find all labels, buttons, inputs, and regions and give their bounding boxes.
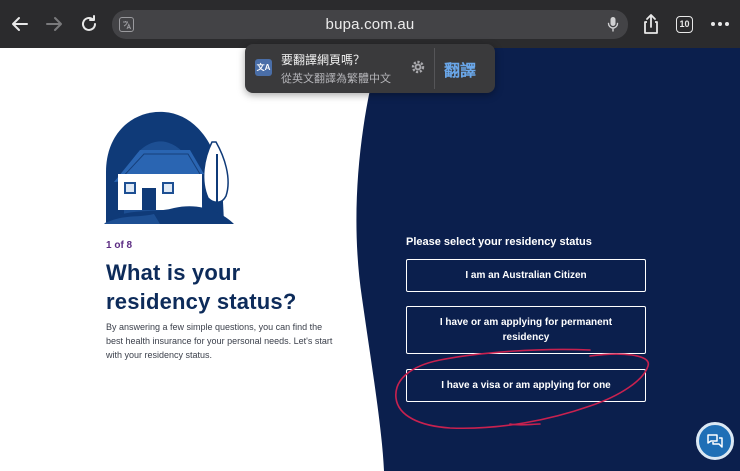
- share-icon[interactable]: [639, 12, 663, 36]
- more-icon[interactable]: [708, 12, 732, 36]
- forward-arrow-icon[interactable]: [42, 12, 66, 36]
- page-title: What is your residency status?: [106, 260, 297, 314]
- translate-popup-subtitle: 從英文翻譯為繁體中文: [281, 73, 391, 85]
- microphone-icon[interactable]: [607, 16, 619, 38]
- translate-button[interactable]: 翻譯: [444, 57, 476, 81]
- popup-divider: [434, 48, 435, 89]
- back-arrow-icon[interactable]: [8, 12, 32, 36]
- option-australian-citizen-button[interactable]: I am an Australian Citizen: [406, 259, 646, 292]
- gear-icon[interactable]: [410, 59, 426, 75]
- browser-toolbar: bupa.com.au 10: [0, 0, 740, 48]
- translate-icon: 文A: [255, 59, 272, 76]
- question-label: Please select your residency status: [406, 236, 592, 248]
- page-description: By answering a few simple questions, you…: [106, 322, 333, 360]
- chat-icon: [707, 434, 723, 448]
- page-content: 1 of 8 What is your residency status? By…: [0, 48, 740, 471]
- url-text: bupa.com.au: [325, 16, 415, 33]
- chat-button[interactable]: [696, 422, 734, 460]
- reload-icon[interactable]: [77, 12, 101, 36]
- translate-popup-title: 要翻譯網頁嗎？: [281, 53, 366, 67]
- address-bar[interactable]: bupa.com.au: [112, 10, 628, 39]
- option-label: I have or am applying for permanent resi…: [439, 317, 613, 343]
- house-illustration: [104, 111, 234, 224]
- tabs-icon[interactable]: 10: [676, 16, 693, 33]
- option-label: I am an Australian Citizen: [465, 270, 587, 281]
- step-indicator: 1 of 8: [106, 240, 133, 251]
- translate-popup: 文A 要翻譯網頁嗎？ 從英文翻譯為繁體中文 翻譯: [245, 44, 495, 93]
- annotation-circle: [395, 348, 649, 430]
